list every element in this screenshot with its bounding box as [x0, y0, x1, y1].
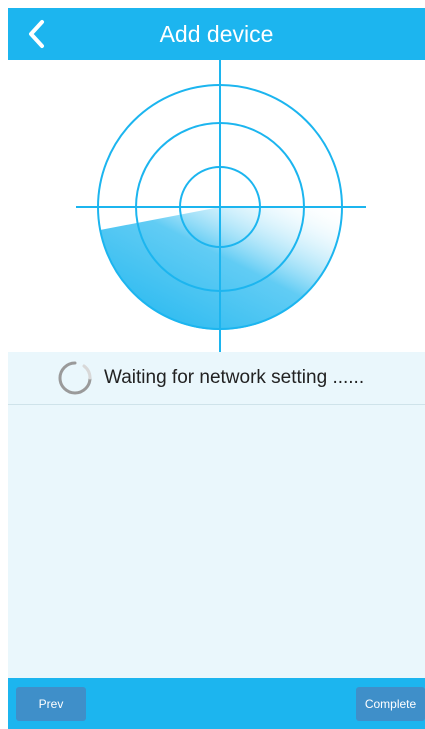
status-text: Waiting for network setting ......: [104, 367, 365, 388]
page-title: Add device: [159, 21, 274, 47]
complete-button[interactable]: Complete: [356, 687, 425, 721]
status-panel: Waiting for network setting ......: [8, 352, 425, 678]
radar-area: [8, 60, 425, 352]
prev-button[interactable]: Prev: [16, 687, 86, 721]
radar-sweep: [100, 207, 343, 331]
app-container: Add device Waiting for network setting .…: [8, 0, 425, 729]
left-edge-strip: [0, 0, 8, 729]
loading-spinner-icon: [58, 361, 92, 395]
status-row: Waiting for network setting ......: [8, 352, 425, 405]
bottom-bar: Prev Complete: [8, 678, 425, 729]
screen: Add device Waiting for network setting .…: [0, 0, 425, 729]
title-bar: Add device: [8, 8, 425, 60]
radar-scanner: [76, 60, 366, 352]
